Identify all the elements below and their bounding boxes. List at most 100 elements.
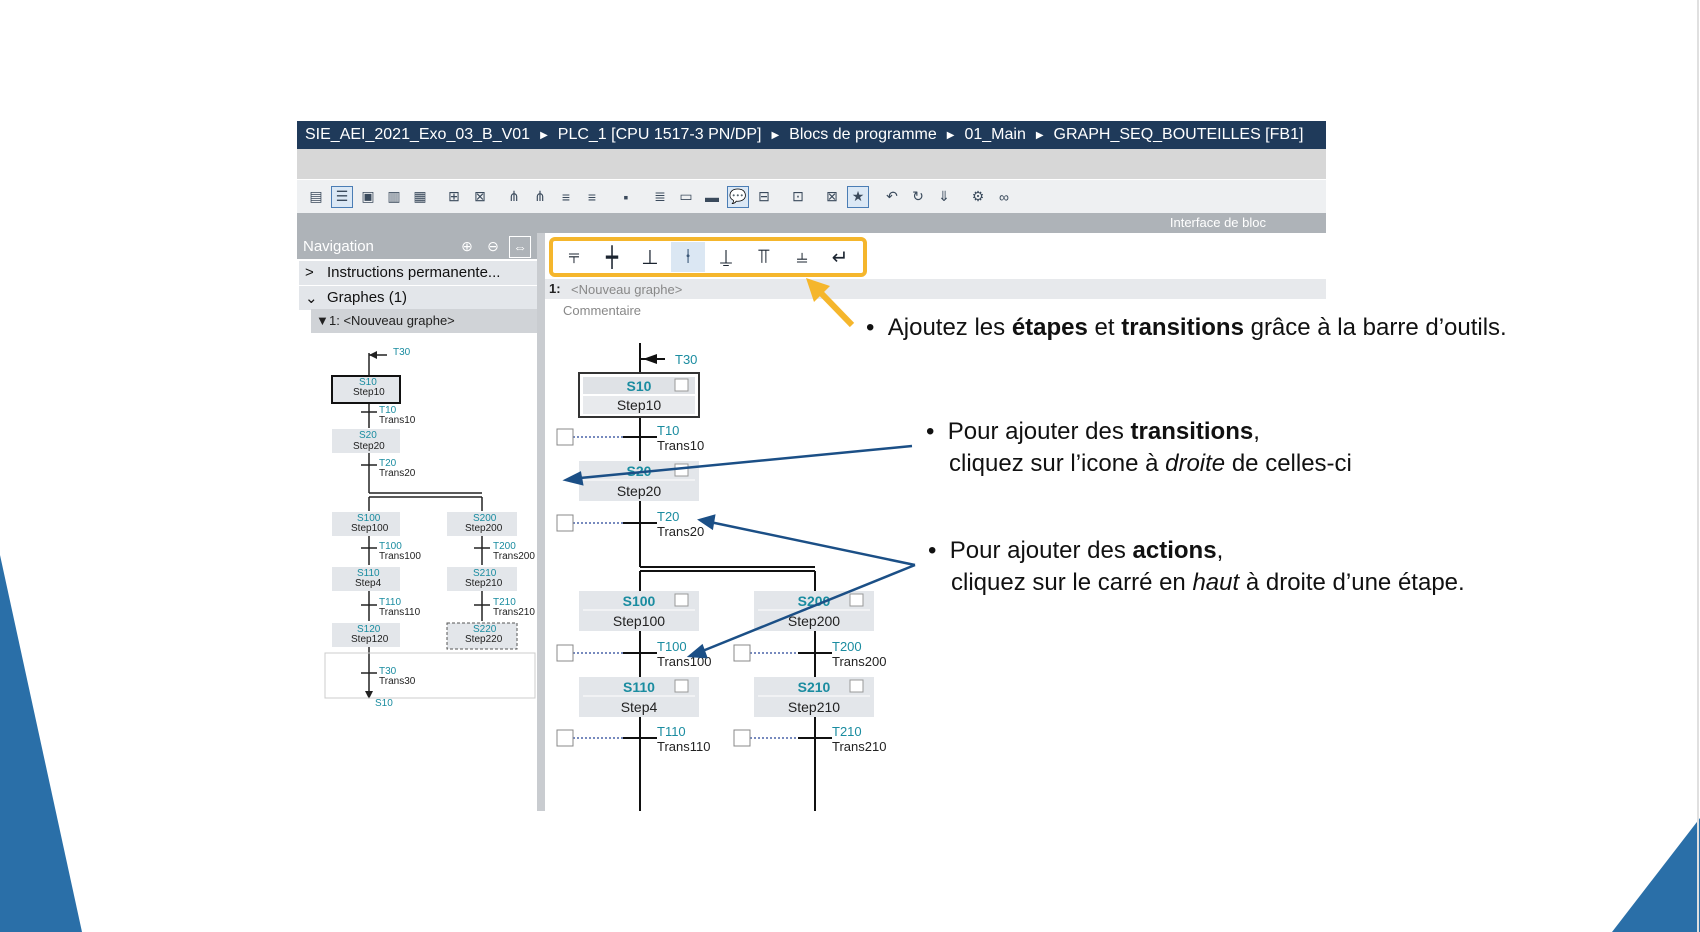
mini-graph-overview[interactable]: T30 S10 T10 S20 T20 S100 S200 T100 T200 … [297, 333, 537, 811]
add-action-icon[interactable] [674, 679, 689, 693]
pre-instructions-icon[interactable]: ▥ [383, 186, 405, 208]
transition-number: T200 [832, 639, 862, 654]
right-corner-triangle [1612, 818, 1700, 932]
sim-branch-icon[interactable]: ⍊ [709, 242, 743, 272]
mini-label: Trans100 [379, 551, 421, 562]
mini-label: Trans30 [379, 676, 416, 687]
step-name: Step200 [788, 613, 840, 629]
transition-condition-icon[interactable] [733, 644, 751, 662]
alarm-view-icon[interactable]: ▦ [409, 186, 431, 208]
step-name: Step20 [617, 483, 662, 499]
mini-label: Step200 [465, 523, 503, 534]
step-number: S200 [798, 593, 831, 609]
download-icon[interactable]: ⇓ [933, 186, 955, 208]
note-text: cliquez sur l’icone à [949, 450, 1166, 477]
graph-title-row: 1: <Nouveau graphe> [545, 279, 1326, 299]
note-text: , [1216, 537, 1224, 564]
transition-name: Trans110 [657, 739, 710, 754]
mini-label: T30 [393, 347, 411, 358]
bullet: • [926, 418, 935, 445]
step-number: S20 [627, 463, 652, 479]
nav-graph-item[interactable]: ▼ 1: <Nouveau graphe> [311, 309, 537, 333]
add-action-icon[interactable] [674, 378, 689, 392]
transition-condition-icon[interactable] [556, 729, 574, 747]
step-transition-icon[interactable]: ⫧ [557, 242, 591, 272]
nav-graphs[interactable]: ⌄ Graphes (1) [299, 285, 537, 310]
breadcrumb-blocks[interactable]: Blocs de programme [789, 126, 937, 144]
note-italic: haut [1192, 569, 1240, 596]
jump-icon[interactable]: ⍿ [671, 242, 705, 272]
align-icon[interactable]: ≣ [649, 186, 671, 208]
transition-condition-icon[interactable] [733, 729, 751, 747]
transition-icon[interactable]: ⊥ [633, 242, 667, 272]
add-action-icon[interactable] [849, 679, 864, 693]
return-icon[interactable]: ↵ [823, 242, 857, 272]
glasses-icon[interactable]: ∞ [993, 186, 1015, 208]
close-branch-icon[interactable]: ⫨ [785, 242, 819, 272]
transition-name: Trans200 [832, 654, 886, 669]
tool-icon[interactable]: ▪ [615, 186, 637, 208]
reset-icon[interactable]: ↻ [907, 186, 929, 208]
window-icon[interactable]: ▭ [675, 186, 697, 208]
comment-icon[interactable]: 💬 [727, 185, 749, 208]
add-action-icon[interactable] [674, 593, 689, 607]
dropdown-tool-icon[interactable]: ⊟ [753, 186, 775, 208]
graph-comment[interactable]: Commentaire [563, 303, 641, 318]
transition-number: T30 [675, 352, 697, 367]
main-toolbar: ▤ ☰ ▣ ▥ ▦ ⊞ ⊠ ⋔ ⋔ ≡ ≡ ▪ ≣ ▭ ▬ 💬 ⊟ ⊡ ⊠ ★ … [297, 179, 1326, 213]
monitor-icon[interactable]: ⚙ [967, 186, 989, 208]
breadcrumb-project[interactable]: SIE_AEI_2021_Exo_03_B_V01 [305, 126, 530, 144]
transition-condition-icon[interactable] [556, 514, 574, 532]
view-icon[interactable]: ▤ [305, 186, 327, 208]
transition-condition-icon[interactable] [556, 644, 574, 662]
note-actions: • Pour ajouter des actions, cliquez sur … [928, 535, 1465, 599]
fit-width-icon[interactable]: ⇔ [509, 236, 531, 258]
bullet: • [866, 314, 875, 341]
single-step-icon[interactable]: ▣ [357, 186, 379, 208]
nav-graph-label: 1: <Nouveau graphe> [329, 313, 455, 328]
step-icon[interactable]: ┿ [595, 242, 629, 272]
sequence-tool-icon[interactable]: ≡ [581, 186, 603, 208]
breadcrumb-main[interactable]: 01_Main [964, 126, 1025, 144]
add-action-icon[interactable] [674, 463, 689, 477]
nav-permanent-instructions[interactable]: > Instructions permanente... [299, 260, 537, 285]
favorites-icon[interactable]: ★ [847, 185, 869, 208]
step-number: S10 [627, 378, 652, 394]
mini-label: S20 [359, 430, 377, 441]
dropdown-tool-icon[interactable]: ⊡ [787, 186, 809, 208]
alt-branch-icon[interactable]: ⫪ [747, 242, 781, 272]
note-bold: transitions [1121, 314, 1244, 341]
sequence-tool-icon[interactable]: ≡ [555, 186, 577, 208]
breadcrumb-block[interactable]: GRAPH_SEQ_BOUTEILLES [FB1] [1054, 126, 1304, 144]
sequence-view-icon[interactable]: ☰ [331, 185, 353, 208]
breadcrumb-plc[interactable]: PLC_1 [CPU 1517-3 PN/DP] [558, 126, 762, 144]
zoom-in-icon[interactable]: ⊕ [457, 236, 477, 256]
left-corner-triangle [0, 555, 82, 932]
note-toolbar: • Ajoutez les étapes et transitions grâc… [866, 312, 1507, 344]
block-interface-bar[interactable]: Interface de bloc [297, 213, 1326, 233]
graph-name[interactable]: <Nouveau graphe> [571, 282, 682, 297]
step-name: Step100 [613, 613, 665, 629]
mini-label: Step210 [465, 578, 503, 589]
delete-network-icon[interactable]: ⊠ [469, 186, 491, 208]
mini-label: Trans10 [379, 415, 416, 426]
sequence-tool-icon[interactable]: ⋔ [529, 186, 551, 208]
panel-splitter[interactable] [537, 233, 545, 811]
window-blue-icon[interactable]: ▬ [701, 186, 723, 208]
mini-label: Trans110 [379, 607, 421, 618]
mini-label: Trans200 [493, 551, 535, 562]
dropdown-tool-icon[interactable]: ⊠ [821, 186, 843, 208]
transition-name: Trans210 [832, 739, 886, 754]
mini-label: Step20 [353, 441, 385, 452]
note-text: et [1087, 314, 1122, 341]
zoom-out-icon[interactable]: ⊖ [483, 236, 503, 256]
add-action-icon[interactable] [849, 593, 864, 607]
step-number: S100 [623, 593, 656, 609]
navigation-header: Navigation ⊕ ⊖ ⇔ [297, 233, 537, 259]
breadcrumb-separator: ▶ [540, 129, 548, 141]
insert-network-icon[interactable]: ⊞ [443, 186, 465, 208]
note-text: cliquez sur le carré en [951, 569, 1193, 596]
sequence-tool-icon[interactable]: ⋔ [503, 186, 525, 208]
transition-condition-icon[interactable] [556, 428, 574, 446]
undo-icon[interactable]: ↶ [881, 186, 903, 208]
